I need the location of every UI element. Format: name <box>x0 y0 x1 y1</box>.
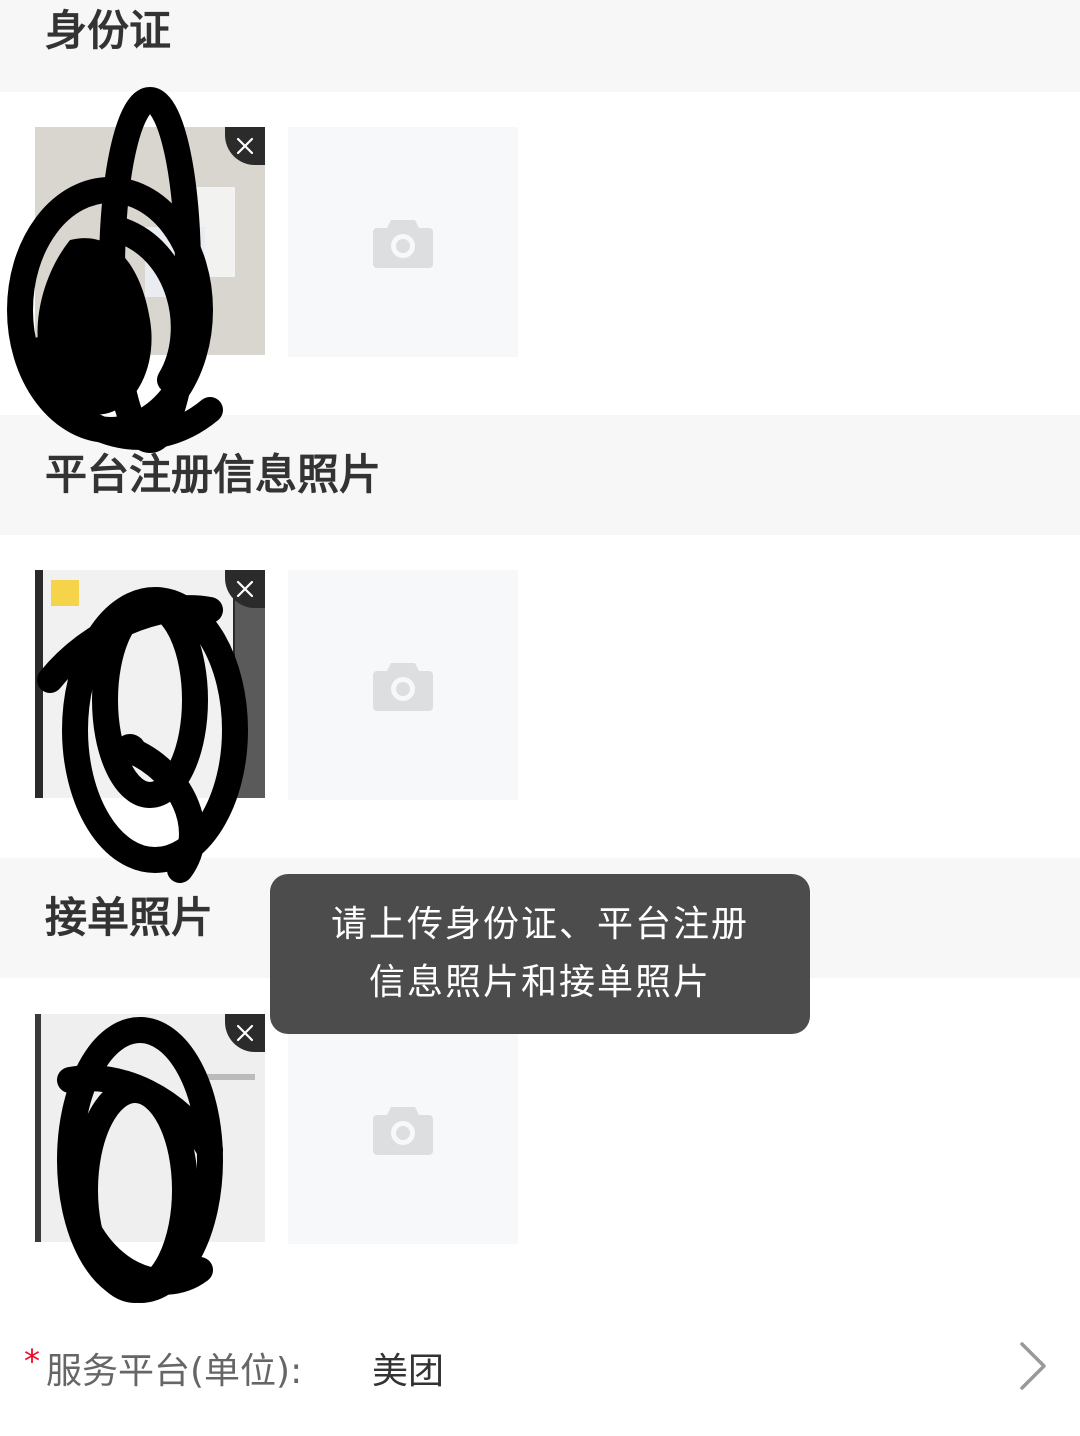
photo-image <box>35 127 265 355</box>
uploaded-photo-id-card[interactable] <box>35 127 265 355</box>
service-platform-value: 美团 <box>372 1351 445 1392</box>
service-platform-field[interactable]: * 服务平台(单位): 美团 <box>0 1320 1080 1410</box>
upload-button-order-photo[interactable] <box>288 1014 518 1244</box>
required-mark: * <box>24 1342 40 1380</box>
uploaded-photo-platform-registration[interactable] <box>35 570 265 798</box>
section-title: 身份证 <box>45 6 172 55</box>
section-header-platform-registration: 平台注册信息照片 <box>0 415 1080 535</box>
camera-icon <box>373 220 433 268</box>
uploaded-photo-order[interactable] <box>35 1014 265 1242</box>
upload-button-id-card[interactable] <box>288 127 518 357</box>
section-title: 接单照片 <box>45 893 214 942</box>
upload-button-platform-registration[interactable] <box>288 570 518 800</box>
close-icon <box>236 137 254 155</box>
camera-icon <box>373 1107 433 1155</box>
close-icon <box>236 1024 254 1042</box>
toast-message: 请上传身份证、平台注册 信息照片和接单照片 <box>270 874 810 1034</box>
chevron-right-icon <box>1020 1342 1046 1390</box>
photo-image <box>35 570 265 798</box>
close-icon <box>236 580 254 598</box>
toast-line-2: 信息照片和接单照片 <box>368 962 711 1003</box>
service-platform-label: 服务平台(单位): <box>46 1351 303 1392</box>
section-title: 平台注册信息照片 <box>45 450 382 499</box>
toast-line-1: 请上传身份证、平台注册 <box>330 904 749 945</box>
camera-icon <box>373 663 433 711</box>
photo-image <box>35 1014 265 1242</box>
section-header-id-card: 身份证 <box>0 0 1080 92</box>
